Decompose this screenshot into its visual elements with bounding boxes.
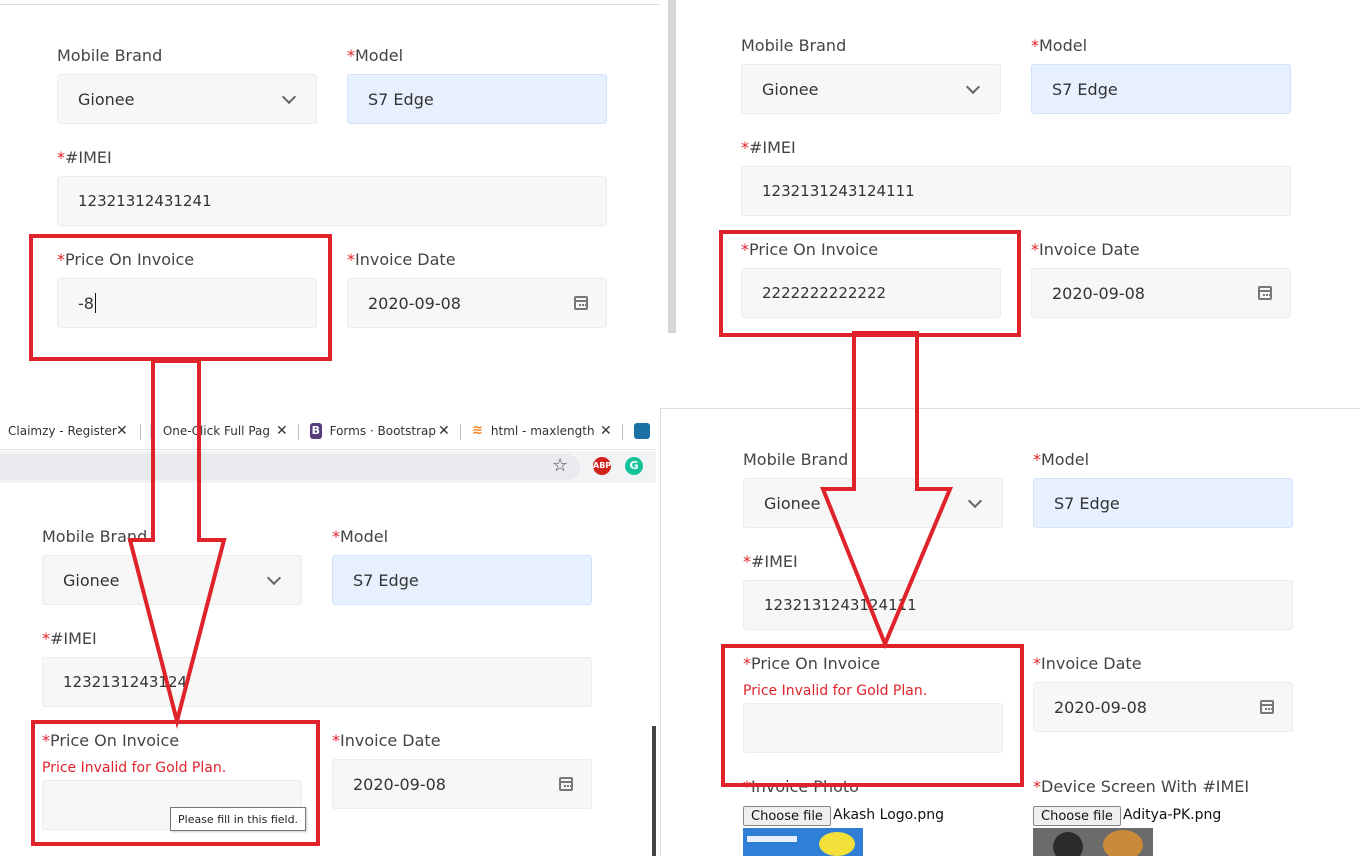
arrow-right-down	[820, 331, 954, 650]
annotation-arrows	[127, 331, 954, 729]
arrow-left-down	[127, 359, 227, 729]
